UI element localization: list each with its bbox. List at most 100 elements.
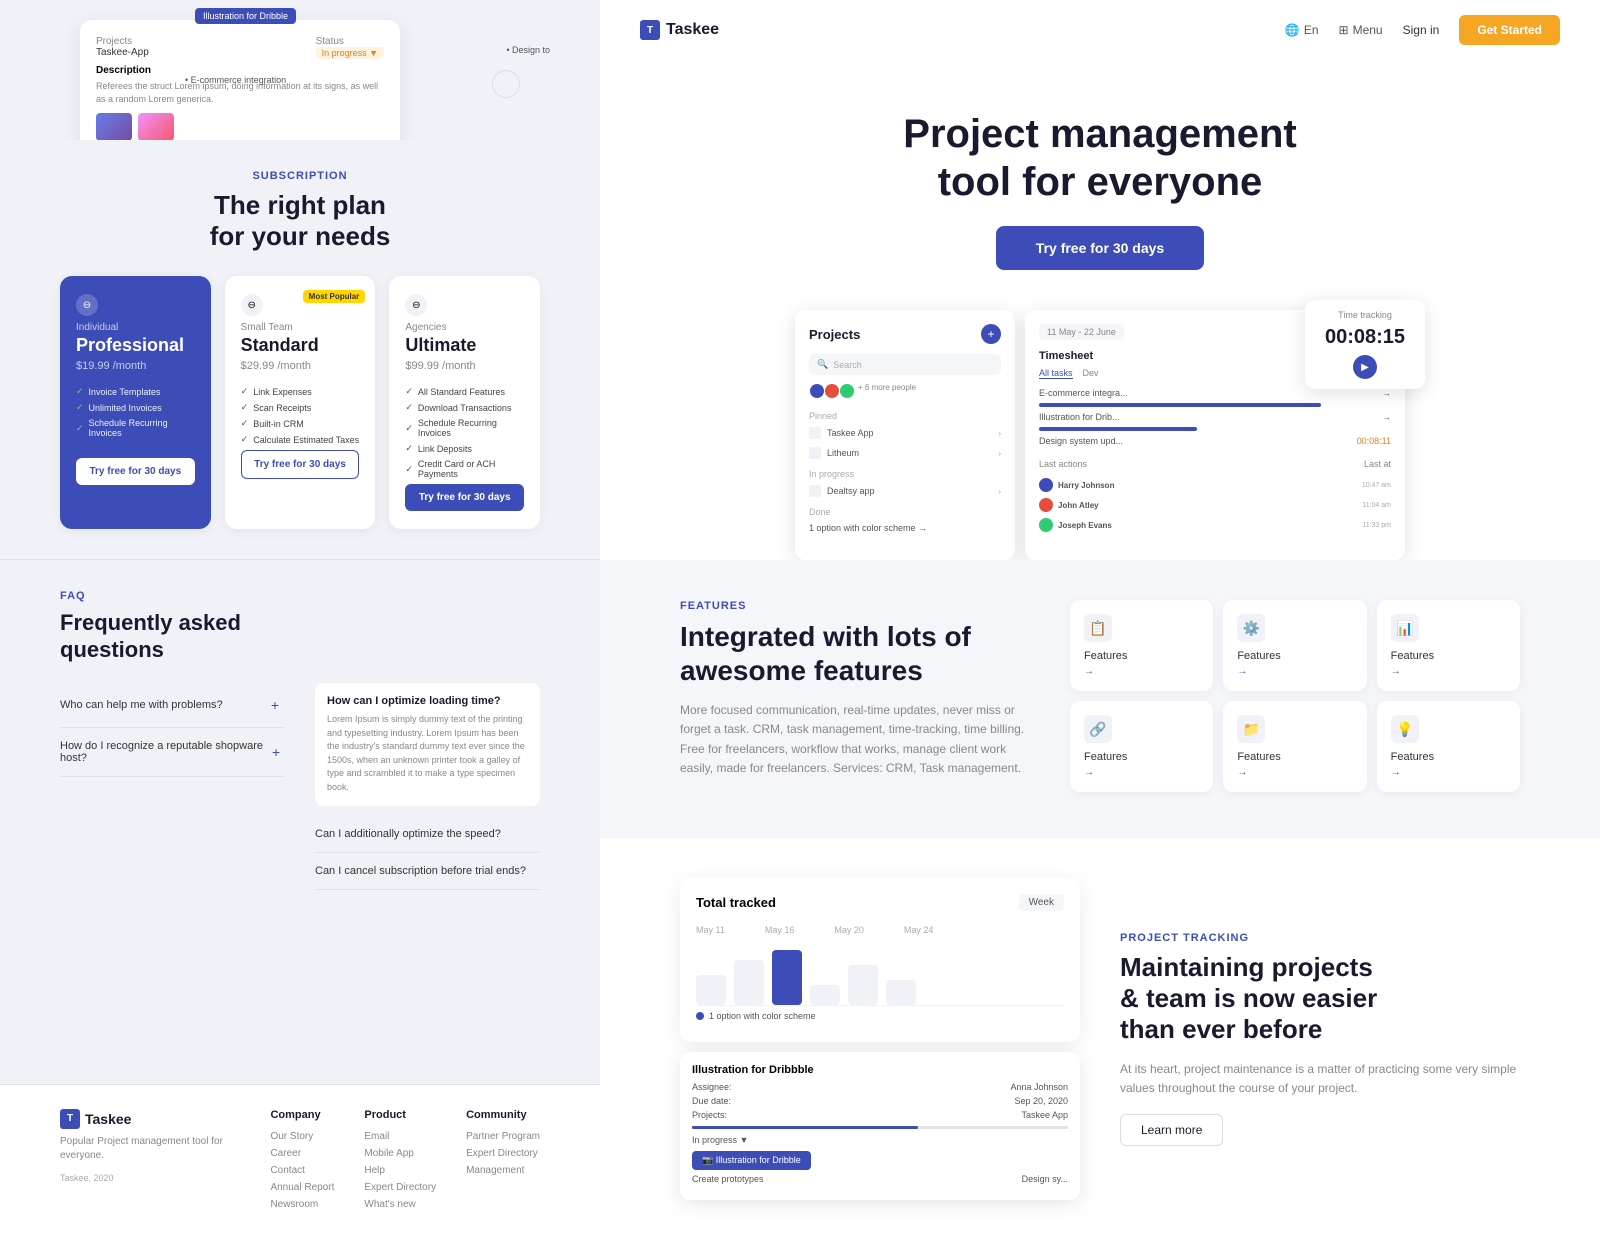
search-icon: 🔍 [817, 359, 828, 370]
faq-section: FAQ Frequently asked questions Who can h… [0, 559, 600, 920]
play-button[interactable]: ▶ [1353, 355, 1377, 379]
footer-link-partner[interactable]: Partner Program [466, 1131, 540, 1142]
dashboard-right-panel: 11 May - 22 June John Atley → Timesheet … [1025, 310, 1405, 560]
top-left-teaser: Illustration for Dribble Projects Taskee… [0, 0, 600, 140]
action-row-2: John Atley 11:04 am [1039, 495, 1391, 515]
features-title: Integrated with lots of awesome features [680, 620, 1040, 687]
nav-menu[interactable]: ⊞ Menu [1339, 23, 1383, 37]
plan-individual-features: ✓ Invoice Templates ✓ Unlimited Invoices… [76, 386, 195, 438]
faq-item-4[interactable]: Can I cancel subscription before trial e… [315, 853, 540, 890]
faq-left-col: Who can help me with problems? + How do … [60, 683, 285, 890]
project-tracking-section: Total tracked Week May 11 May 16 May 20 … [600, 838, 1600, 1240]
plan-standard-icon: ⊖ [241, 294, 263, 316]
plan-individual-type: Individual [76, 322, 195, 333]
plan-ultimate: ⊖ Agencies Ultimate $99.99 /month ✓ All … [389, 276, 540, 529]
ecommerce-icon [492, 70, 520, 98]
plan-standard-features: ✓ Link Expenses ✓ Scan Receipts ✓ Built-… [241, 386, 360, 445]
faq-plus-2[interactable]: + [267, 742, 285, 762]
design-label: • Design to [506, 45, 550, 55]
footer-link-mobile[interactable]: Mobile App [364, 1148, 436, 1159]
features-desc: More focused communication, real-time up… [680, 701, 1040, 778]
page-wrapper: Illustration for Dribble Projects Taskee… [0, 0, 1600, 1240]
feat-card-2: ⚙️ Features → [1223, 600, 1366, 691]
plan-ultimate-icon: ⊖ [405, 294, 427, 316]
footer-link-expert[interactable]: Expert Directory [364, 1182, 436, 1193]
plan-individual-price: $19.99 /month [76, 360, 195, 372]
action-row-1: Harry Johnson 10:47 am [1039, 475, 1391, 495]
feat-icon-6: 💡 [1391, 715, 1419, 743]
subscription-label: SUBSCRIPTION [60, 170, 540, 182]
feat-icon-5: 📁 [1237, 715, 1265, 743]
nav-brand-icon: T [640, 20, 660, 40]
faq-item-3[interactable]: Can I additionally optimize the speed? [315, 816, 540, 853]
features-grid: 📋 Features → ⚙️ Features → 📊 Features [1070, 600, 1520, 792]
week-selector[interactable]: Week [1019, 894, 1064, 911]
illustration-button-label: 📷 Illustration for Dribble [702, 1155, 801, 1166]
nav-right: 🌐 En ⊞ Menu Sign in Get Started [1285, 15, 1560, 45]
footer-link-help[interactable]: Help [364, 1165, 436, 1176]
nav-lang[interactable]: 🌐 En [1285, 23, 1319, 37]
ecommerce-label: • E-commerce integration [185, 75, 286, 85]
time-tracker-label: Time tracking [1315, 310, 1415, 320]
tracked-bars [696, 945, 1064, 1005]
plan-standard-type: Small Team [241, 322, 360, 333]
pt-text-area: PROJECT TRACKING Maintaining projects & … [1120, 932, 1520, 1146]
action-avatar-1 [1039, 478, 1053, 492]
feat-card-3: 📊 Features → [1377, 600, 1520, 691]
dashboard-projects-panel: Projects + 🔍 Search + 6 more people Pinn… [795, 310, 1015, 560]
progress-bar [692, 1126, 1068, 1129]
faq-item-2[interactable]: How do I recognize a reputable shopware … [60, 728, 285, 777]
features-layout: FEATURES Integrated with lots of awesome… [680, 600, 1520, 798]
footer-link-management[interactable]: Management [466, 1165, 540, 1176]
feat-icon-1: 📋 [1084, 614, 1112, 642]
footer-link-annual[interactable]: Annual Report [270, 1182, 334, 1193]
hero-dashboard: Projects + 🔍 Search + 6 more people Pinn… [680, 310, 1520, 560]
feat-card-6: 💡 Features → [1377, 701, 1520, 792]
dp-project-taskee[interactable]: Taskee App › [809, 423, 1001, 443]
dp-project-dealtsy[interactable]: Dealtsy app › [809, 481, 1001, 501]
plan-standard-price: $29.99 /month [241, 360, 360, 372]
faq-plus-1[interactable]: + [265, 695, 285, 715]
dp-project-litheum[interactable]: Litheum › [809, 443, 1001, 463]
time-tracker-widget: Time tracking 00:08:15 ▶ [1305, 300, 1425, 389]
plan-standard-cta[interactable]: Try free for 30 days [241, 450, 360, 479]
nav-signin[interactable]: Sign in [1403, 23, 1440, 37]
footer-link-career[interactable]: Career [270, 1148, 334, 1159]
footer-link-our-story[interactable]: Our Story [270, 1131, 334, 1142]
tracked-card: Total tracked Week May 11 May 16 May 20 … [680, 878, 1080, 1042]
add-project-button[interactable]: + [981, 324, 1001, 344]
faq-answer-text: Lorem Ipsum is simply dummy text of the … [327, 713, 528, 794]
hero-title: Project management tool for everyone [680, 110, 1520, 206]
plan-ultimate-cta[interactable]: Try free for 30 days [405, 484, 524, 511]
faq-right-col: How can I optimize loading time? Lorem I… [315, 683, 540, 890]
feat-cards-grid: 📋 Features → ⚙️ Features → 📊 Features [1070, 600, 1520, 792]
plan-individual-cta[interactable]: Try free for 30 days [76, 458, 195, 485]
hero-cta-button[interactable]: Try free for 30 days [996, 226, 1204, 270]
project-search[interactable]: 🔍 Search [809, 354, 1001, 375]
plan-ultimate-features: ✓ All Standard Features ✓ Download Trans… [405, 386, 524, 479]
illus-blue-button[interactable]: 📷 Illustration for Dribble [692, 1151, 811, 1170]
feat-icon-3: 📊 [1391, 614, 1419, 642]
get-started-button[interactable]: Get Started [1459, 15, 1560, 45]
footer-link-newsroom[interactable]: Newsroom [270, 1199, 334, 1210]
attachments [96, 113, 384, 140]
footer-link-whats-new[interactable]: What's new [364, 1199, 436, 1210]
learn-more-button[interactable]: Learn more [1120, 1114, 1223, 1146]
footer-link-contact[interactable]: Contact [270, 1165, 334, 1176]
pt-label: PROJECT TRACKING [1120, 932, 1520, 944]
action-row-3: Joseph Evans 11:33 pm [1039, 515, 1391, 535]
footer-link-expert-dir[interactable]: Expert Directory [466, 1148, 540, 1159]
progress-fill [692, 1126, 918, 1129]
illustration-card: Illustration for Dribbble Assignee: Anna… [680, 1052, 1080, 1200]
plan-individual: ⊖ Individual Professional $19.99 /month … [60, 276, 211, 529]
footer-link-email[interactable]: Email [364, 1131, 436, 1142]
features-label: FEATURES [680, 600, 1040, 612]
hero-section: Project management tool for everyone Try… [600, 60, 1600, 560]
nav-brand: T Taskee [640, 20, 719, 40]
pt-layout: Total tracked Week May 11 May 16 May 20 … [680, 878, 1520, 1200]
tab-dev[interactable]: Dev [1083, 368, 1099, 379]
tab-all-tasks[interactable]: All tasks [1039, 368, 1073, 379]
faq-item-1[interactable]: Who can help me with problems? + [60, 683, 285, 728]
feat-card-4: 🔗 Features → [1070, 701, 1213, 792]
plan-ultimate-price: $99.99 /month [405, 360, 524, 372]
